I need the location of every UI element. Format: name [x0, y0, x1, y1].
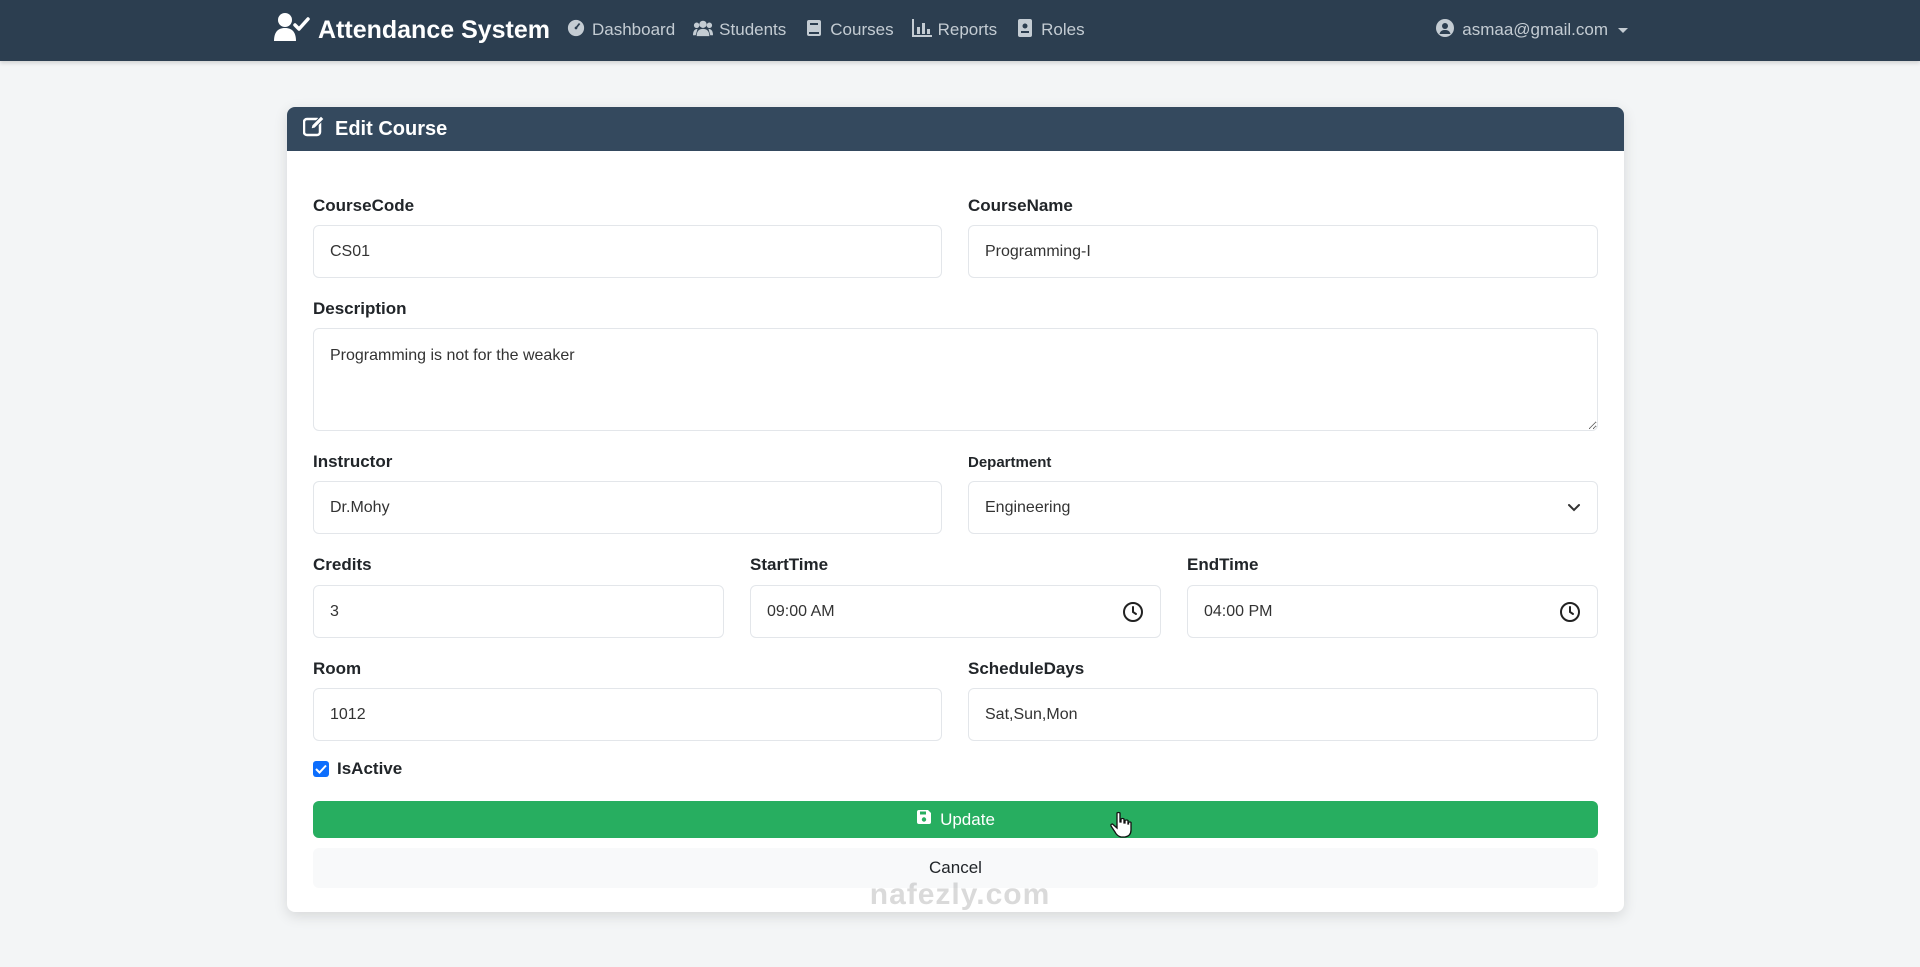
course-code-input[interactable]	[313, 225, 942, 278]
brand-link[interactable]: Attendance System	[274, 12, 550, 48]
is-active-row: IsActive	[313, 759, 402, 779]
nav-link-dashboard[interactable]: Dashboard	[566, 19, 675, 42]
edit-course-card: Edit Course CourseCode CourseName Descri…	[287, 107, 1624, 912]
nav-link-courses[interactable]: Courses	[804, 19, 894, 42]
start-time-value: 09:00 AM	[767, 602, 835, 620]
department-label: Department	[968, 454, 1052, 471]
clock-icon[interactable]	[1559, 601, 1581, 623]
course-name-label: CourseName	[968, 196, 1073, 215]
course-name-input[interactable]	[968, 225, 1598, 278]
update-button[interactable]: Update	[313, 801, 1598, 838]
is-active-label: IsActive	[337, 759, 403, 778]
dashboard-icon	[566, 19, 586, 42]
user-circle-icon	[1436, 18, 1455, 42]
room-label: Room	[313, 659, 362, 678]
checkmark-icon	[315, 764, 327, 774]
clock-icon[interactable]	[1122, 601, 1144, 623]
credits-input[interactable]	[313, 585, 724, 638]
instructor-input[interactable]	[313, 481, 942, 534]
save-icon	[916, 809, 932, 830]
nav-link-label: Students	[719, 20, 787, 39]
chevron-down-icon	[1567, 503, 1581, 513]
update-label: Update	[940, 809, 995, 829]
badge-icon	[1015, 18, 1035, 42]
users-icon	[693, 19, 714, 42]
book-icon	[804, 19, 824, 42]
hand-cursor-icon	[1110, 811, 1132, 844]
end-time-input[interactable]: 04:00 PM	[1187, 585, 1598, 638]
nav-link-label: Reports	[937, 20, 998, 39]
card-header: Edit Course	[287, 107, 1624, 151]
schedule-days-label: ScheduleDays	[968, 659, 1085, 678]
description-textarea[interactable]: Programming is not for the weaker	[313, 328, 1598, 431]
instructor-label: Instructor	[313, 452, 393, 471]
user-check-icon	[274, 12, 310, 49]
nav-link-label: Dashboard	[592, 20, 676, 39]
user-menu-dropdown[interactable]: asmaa@gmail.com	[1436, 16, 1628, 44]
credits-label: Credits	[313, 555, 372, 574]
end-time-label: EndTime	[1187, 555, 1259, 574]
nav-link-students[interactable]: Students	[693, 19, 786, 42]
description-label: Description	[313, 299, 407, 318]
chart-icon	[911, 18, 932, 42]
department-select[interactable]: Engineering	[968, 481, 1598, 534]
navbar: Attendance System Dashboard Students Cou…	[0, 0, 1920, 61]
start-time-input[interactable]: 09:00 AM	[750, 585, 1161, 638]
nav-link-label: Courses	[830, 20, 894, 39]
room-input[interactable]	[313, 688, 942, 741]
caret-down-icon	[1618, 27, 1628, 33]
card-title: Edit Course	[335, 117, 448, 140]
user-email: asmaa@gmail.com	[1462, 20, 1608, 39]
watermark: nafezly.com	[869, 878, 1051, 911]
edit-icon	[302, 115, 325, 143]
nav-links: Dashboard Students Courses Reports Roles	[566, 16, 1085, 44]
nav-link-reports[interactable]: Reports	[911, 18, 998, 42]
schedule-days-input[interactable]	[968, 688, 1598, 741]
nav-link-roles[interactable]: Roles	[1015, 18, 1085, 42]
department-selected-value: Engineering	[985, 498, 1071, 516]
is-active-checkbox[interactable]	[313, 761, 329, 777]
start-time-label: StartTime	[750, 555, 829, 574]
brand-title: Attendance System	[318, 15, 551, 44]
course-code-label: CourseCode	[313, 196, 415, 215]
nav-link-label: Roles	[1041, 20, 1085, 39]
end-time-value: 04:00 PM	[1204, 602, 1273, 620]
cancel-label: Cancel	[929, 858, 982, 877]
